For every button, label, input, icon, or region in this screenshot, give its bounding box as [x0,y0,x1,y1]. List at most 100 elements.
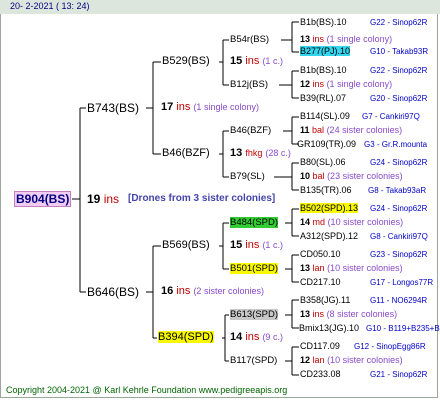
gen3-b394[interactable]: B394(SPD) [158,331,214,343]
gen4-b12j-unit: ins [312,79,325,89]
gen5-row[interactable]: CD233.08 [300,369,341,379]
gen4-b54r-note: (1 single colony) [326,34,393,44]
root-queen[interactable]: B904(BS) [14,191,72,207]
gen4-b501-insemination: 13 lan (10 sister colonies) [300,263,403,273]
gen5-name: CD050.10 [300,249,341,259]
gen4-b46bzf[interactable]: B46(BZF) [230,125,271,136]
gen5-row[interactable]: B277(PJ).10 [300,46,351,56]
upper-parent-note: (1 single colony) [193,102,259,112]
gen4-b484-insemination: 14 md (10 sister colonies) [300,217,403,227]
root-insemination: 19 ins [87,192,119,206]
lower-parent-count: 16 [161,285,174,297]
gen5-colony: G7 - Cankiri97Q [362,112,420,121]
gen4-b79sl-insemination: 10 bal (23 sister colonies) [300,171,403,181]
gen5-colony: G21 - Sinop62R [370,370,428,379]
gen5-row[interactable]: GR109(TR).09 [297,139,356,149]
gen5-row[interactable]: Bmix13(JG).10 [299,323,359,333]
gen5-row[interactable]: B80(SL).06 [300,157,346,167]
gen3-b394-insemination: 14 ins (9 c.) [230,331,283,343]
gen5-name: Bmix13(JG).10 [299,323,360,333]
copyright-footer: Copyright 2004-2021 @ Karl Kehrle Founda… [6,385,288,395]
gen4-b79sl-note: (23 sister colonies) [327,171,403,181]
gen3-b529-unit: ins [245,55,260,67]
gen4-b501-unit: lan [312,263,325,273]
gen4-b484-unit: md [312,217,326,227]
gen5-colony: G12 - SinopEgg86R [354,342,426,351]
gen4-b79sl-count: 10 [300,171,311,181]
gen5-row[interactable]: B358(JG).11 [300,295,350,305]
lower-parent-unit: ins [176,285,191,297]
upper-parent-count: 17 [161,101,174,113]
gen4-b484-note: (10 sister colonies) [327,217,404,227]
gen3-b529[interactable]: B529(BS) [162,55,210,67]
gen3-b569-insemination: 15 ins (1 c.) [230,239,283,251]
gen4-b117-insemination: 12 lan (10 sister colonies) [300,355,403,365]
gen3-b394-note: (9 c.) [262,332,283,342]
gen4-b613-count: 13 [300,309,311,319]
gen3-b46-unit: fhkg [245,148,263,158]
gen4-b484[interactable]: B484(SPD) [230,217,279,228]
gen5-name: B39(RL).07 [300,93,347,103]
gen5-row[interactable]: CD117.09 [300,341,340,351]
upper-parent-insemination: 17 ins (1 single colony) [161,101,259,113]
gen5-name: B80(SL).06 [300,157,346,167]
gen4-b613[interactable]: B613(SPD) [230,309,279,320]
gen5-row[interactable]: CD217.10 [300,277,341,287]
gen3-b529-count: 15 [230,55,243,67]
gen5-colony: G23 - Sinop62R [370,250,428,259]
root-unit: ins [103,192,120,206]
gen4-b501[interactable]: B501(SPD) [230,263,279,274]
gen4-b54r-count: 13 [300,34,311,44]
gen5-colony: G22 - Sinop62R [370,66,428,75]
root-count: 19 [87,192,101,206]
gen3-b46-insemination: 13 fhkg (28 c.) [230,147,291,159]
gen4-b54r[interactable]: B54r(BS) [230,34,269,45]
gen3-b46-count: 13 [230,147,243,159]
gen5-name: CD233.08 [300,369,341,379]
gen5-row[interactable]: B502(SPD).13 [300,203,359,213]
gen4-b79sl[interactable]: B79(SL) [230,171,265,182]
upper-parent[interactable]: B743(BS) [87,101,139,115]
gen3-b529-insemination: 15 ins (1 c.) [230,55,283,67]
gen5-row[interactable]: B135(TR).06 [300,185,352,195]
gen4-b501-count: 13 [300,263,311,273]
gen5-row[interactable]: CD050.10 [300,249,341,259]
gen5-row[interactable]: B1b(BS).10 [300,65,347,75]
gen4-b12j-insemination: 12 ins (1 single colony) [300,79,392,89]
gen4-b54r-unit: ins [312,34,325,44]
gen4-b12j-count: 12 [300,79,311,89]
gen5-colony: G24 - Sinop62R [370,204,428,213]
lower-parent[interactable]: B646(BS) [87,285,139,299]
gen3-b569[interactable]: B569(BS) [162,239,210,251]
gen4-b12j[interactable]: B12j(BS) [230,79,268,90]
gen4-b46bzf-unit: bal [312,125,325,135]
gen3-b569-count: 15 [230,239,243,251]
gen5-colony: G24 - Sinop62R [370,158,428,167]
gen4-b117-count: 12 [300,355,311,365]
gen3-b46-note: (28 c.) [265,148,291,158]
gen3-b46[interactable]: B46(BZF) [162,147,210,159]
gen3-b569-unit: ins [245,239,260,251]
gen4-b613-unit: ins [312,309,325,319]
gen5-name: B358(JG).11 [300,295,351,305]
gen5-name: B277(PJ).10 [300,46,351,56]
gen5-name: B1b(BS).10 [300,17,347,27]
gen5-colony: G17 - Longos77R [370,278,434,287]
gen5-row[interactable]: B114(SL).09 [300,111,350,121]
gen4-b117-unit: lan [312,355,325,365]
gen5-row[interactable]: A312(SPD).12 [300,231,358,241]
gen5-row[interactable]: B39(RL).07 [300,93,346,103]
gen5-name: B114(SL).09 [300,111,350,121]
gen4-b12j-note: (1 single colony) [326,79,393,89]
gen5-colony: G10 - B119+B235+B [366,324,440,333]
gen5-colony: G8 - Cankiri97Q [370,232,428,241]
gen5-name: B502(SPD).13 [300,203,359,213]
gen5-row[interactable]: B1b(BS).10 [300,17,347,27]
gen5-colony: G22 - Sinop62R [370,18,428,27]
gen4-b117-note: (10 sister colonies) [327,355,403,365]
gen4-b117[interactable]: B117(SPD) [230,355,277,366]
gen4-b46bzf-count: 11 [300,125,310,135]
gen3-b529-note: (1 c.) [262,56,283,66]
gen4-b613-insemination: 13 ins (8 sister colonies) [300,309,397,319]
gen4-b46bzf-insemination: 11 bal (24 sister colonies) [300,125,402,135]
